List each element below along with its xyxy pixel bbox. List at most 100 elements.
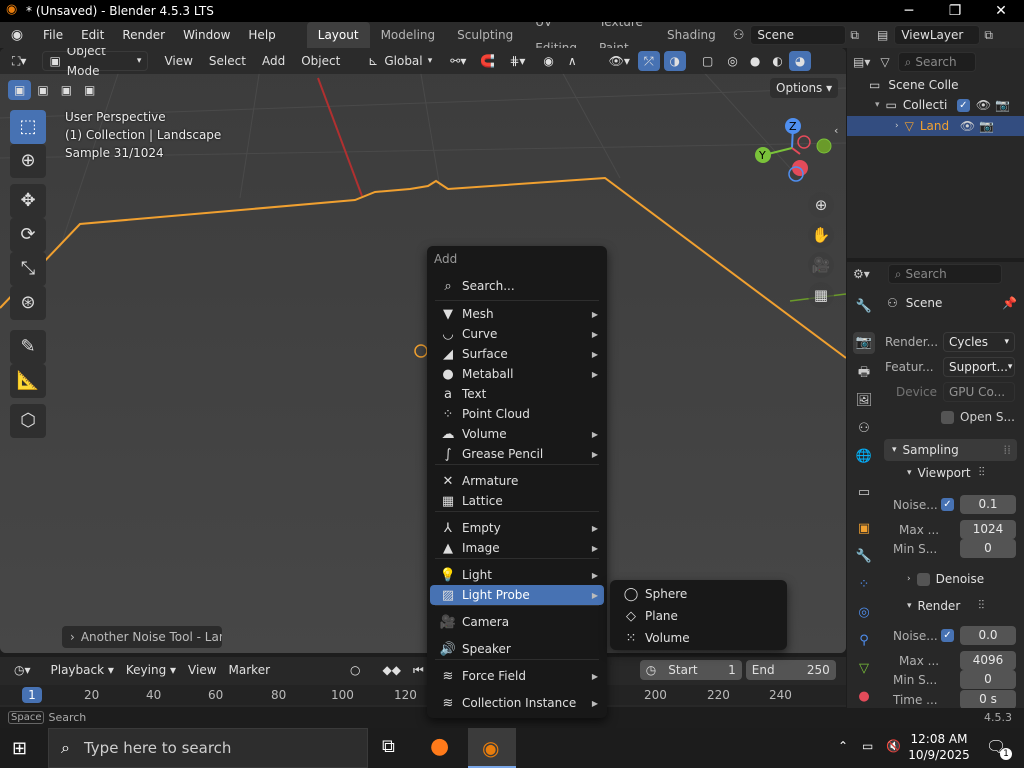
auto-keying-icon[interactable]: ○ <box>344 660 366 680</box>
camera-view-icon[interactable]: 🎥 <box>808 252 834 278</box>
tab-sculpting[interactable]: Sculpting <box>446 22 524 48</box>
select-menu[interactable]: Select <box>203 51 252 71</box>
navigation-gizmo[interactable]: Z Y <box>748 112 838 192</box>
rotate-tool-icon[interactable]: ⟳ <box>10 218 46 252</box>
add-image-item[interactable]: ▲ Image ▶ <box>430 538 604 558</box>
tool-tab-icon[interactable]: 🔧 <box>853 296 875 318</box>
annotate-tool-icon[interactable]: ✎ <box>10 330 46 364</box>
r-noise-field[interactable]: 0.0 <box>960 626 1016 645</box>
probe-plane-item[interactable]: ◇ Plane <box>613 606 787 626</box>
camera-render-icon[interactable]: 📷 <box>995 98 1010 112</box>
denoise-subpanel-header[interactable]: › Denoise <box>907 572 984 586</box>
material-shading-icon[interactable]: ◐ <box>766 51 788 71</box>
add-camera-item[interactable]: 🎥 Camera <box>430 612 604 632</box>
ortho-grid-icon[interactable]: ▦ <box>808 282 834 308</box>
presets-icon[interactable]: ⫶⫶ <box>979 465 985 480</box>
vp-noise-checkbox[interactable]: ✓ <box>941 498 954 511</box>
outliner-scene-collection[interactable]: ▭ Scene Colle <box>869 78 959 92</box>
r-max-samples-field[interactable]: 4096 <box>960 651 1016 670</box>
drag-handle-icon[interactable]: ⁞⁞ <box>1003 439 1011 461</box>
viewport-subpanel-header[interactable]: ▾ Viewport ⫶⫶ <box>907 465 1017 480</box>
add-empty-item[interactable]: ⅄ Empty ▶ <box>430 518 604 538</box>
windows-start-icon[interactable]: ⊞ <box>12 738 27 759</box>
add-light-probe-item[interactable]: ▨ Light Probe ▶ <box>430 585 604 605</box>
feature-set-dropdown[interactable]: Support... ▾ <box>943 357 1015 377</box>
menu-edit[interactable]: Edit <box>72 22 113 48</box>
eye-icon[interactable]: 👁 <box>976 98 991 112</box>
pan-hand-icon[interactable]: ✋ <box>808 222 834 248</box>
add-collection-instance-item[interactable]: ≋ Collection Instance ▶ <box>430 693 604 713</box>
task-view-icon[interactable]: ⧉ <box>382 736 395 757</box>
network-icon[interactable]: ▭ <box>862 739 873 753</box>
filter-icon[interactable]: ▽ <box>880 55 889 69</box>
view-menu[interactable]: View <box>158 51 198 71</box>
zoom-icon[interactable]: ⊕ <box>808 192 834 218</box>
collection-tab-icon[interactable]: ▭ <box>853 482 875 504</box>
outliner-object-row[interactable]: › ▽ Land 👁 📷 <box>847 116 1024 136</box>
add-volume-item[interactable]: ☁ Volume ▶ <box>430 424 604 444</box>
snap-target-icon[interactable]: ⋕▾ <box>503 51 531 71</box>
scene-field[interactable]: Scene <box>750 25 847 45</box>
scale-tool-icon[interactable]: ⤡ <box>10 252 46 286</box>
start-frame-field[interactable]: ◷ Start 1 <box>639 660 742 680</box>
add-lattice-item[interactable]: ▦ Lattice <box>430 491 604 511</box>
tab-uv-editing[interactable]: UV Editing <box>524 22 588 48</box>
editor-type-icon[interactable]: ⛶▾ <box>6 51 32 71</box>
denoise-checkbox[interactable] <box>916 572 930 586</box>
render-engine-dropdown[interactable]: Cycles ▾ <box>943 332 1015 352</box>
vp-max-samples-field[interactable]: 1024 <box>960 520 1016 539</box>
add-text-item[interactable]: a Text <box>430 384 604 404</box>
r-time-limit-field[interactable]: 0 s <box>960 690 1016 709</box>
add-grease-pencil-item[interactable]: ∫ Grease Pencil ▶ <box>430 444 604 464</box>
add-surface-item[interactable]: ◢ Surface ▶ <box>430 344 604 364</box>
tab-texture-paint[interactable]: Texture Paint <box>588 22 656 48</box>
material-tab-icon[interactable]: ● <box>853 686 875 708</box>
select-extend-icon[interactable]: ▣ <box>31 80 54 100</box>
mode-dropdown[interactable]: ▣ Object Mode ▾ <box>42 48 149 78</box>
rendered-shading-icon[interactable]: ◕ <box>788 51 812 71</box>
vp-noise-field[interactable]: 0.1 <box>960 495 1016 514</box>
solid-shading-icon[interactable]: ● <box>744 51 766 71</box>
add-cube-tool-icon[interactable]: ⬡ <box>10 404 46 438</box>
keying-menu[interactable]: Keying ▾ <box>120 660 182 680</box>
physics-tab-icon[interactable]: ◎ <box>853 602 875 624</box>
menu-search[interactable]: ⌕ Search... <box>430 276 604 296</box>
select-box-tool-icon[interactable]: ⬚ <box>10 110 46 144</box>
current-frame-indicator[interactable]: 1 <box>22 687 42 703</box>
presets-icon[interactable]: ⫶⫶ <box>978 598 984 613</box>
blender-menu-icon[interactable]: ◉ <box>0 27 34 43</box>
viewlayer-icon[interactable]: ▤ <box>877 28 888 42</box>
copy-viewlayer-icon[interactable]: ⧉ <box>984 28 993 43</box>
transform-orientation-dropdown[interactable]: ⊾ Global ▾ <box>362 51 438 71</box>
timeline-editor-icon[interactable]: ◷▾ <box>8 660 37 680</box>
proportional-edit-icon[interactable]: ◉ <box>537 51 559 71</box>
open-shading-checkbox-row[interactable]: Open S... <box>941 410 1015 424</box>
add-mesh-item[interactable]: ▼ Mesh ▶ <box>430 304 604 324</box>
blender-taskbar-button[interactable]: ◉ <box>468 728 516 768</box>
menu-file[interactable]: File <box>34 22 72 48</box>
probe-volume-item[interactable]: ⁙ Volume <box>613 628 787 648</box>
constraints-tab-icon[interactable]: ⚲ <box>853 630 875 652</box>
object-tab-icon[interactable]: ▣ <box>853 518 875 540</box>
scene-icon[interactable]: ⚇ <box>733 28 745 43</box>
device-dropdown[interactable]: GPU Co... <box>943 382 1015 402</box>
close-button[interactable]: ✕ <box>978 0 1024 22</box>
properties-search-input[interactable]: ⌕ Search <box>887 264 1002 284</box>
add-menu[interactable]: Add <box>256 51 291 71</box>
world-tab-icon[interactable]: 🌐 <box>853 446 875 468</box>
gizmo-toggle-icon[interactable]: ⤱ <box>637 51 660 71</box>
snap-icon[interactable]: 🧲 <box>474 51 501 71</box>
add-force-field-item[interactable]: ≋ Force Field ▶ <box>430 666 604 686</box>
options-dropdown[interactable]: Options ▾ <box>770 78 839 98</box>
3d-viewport[interactable]: ⛶▾ ▣ Object Mode ▾ View Select Add Objec… <box>0 48 846 653</box>
measure-tool-icon[interactable]: 📐 <box>10 364 46 398</box>
menu-help[interactable]: Help <box>239 22 284 48</box>
taskbar-search-box[interactable]: ⌕ Type here to search <box>48 728 368 768</box>
menu-render[interactable]: Render <box>113 22 174 48</box>
render-tab-icon[interactable]: 📷 <box>853 332 875 354</box>
tray-chevron-icon[interactable]: ⌃ <box>838 739 848 753</box>
add-point-cloud-item[interactable]: ⁘ Point Cloud <box>430 404 604 424</box>
tab-layout[interactable]: Layout <box>306 22 370 48</box>
data-tab-icon[interactable]: ▽ <box>853 658 875 680</box>
transform-tool-icon[interactable]: ⊛ <box>10 286 46 320</box>
